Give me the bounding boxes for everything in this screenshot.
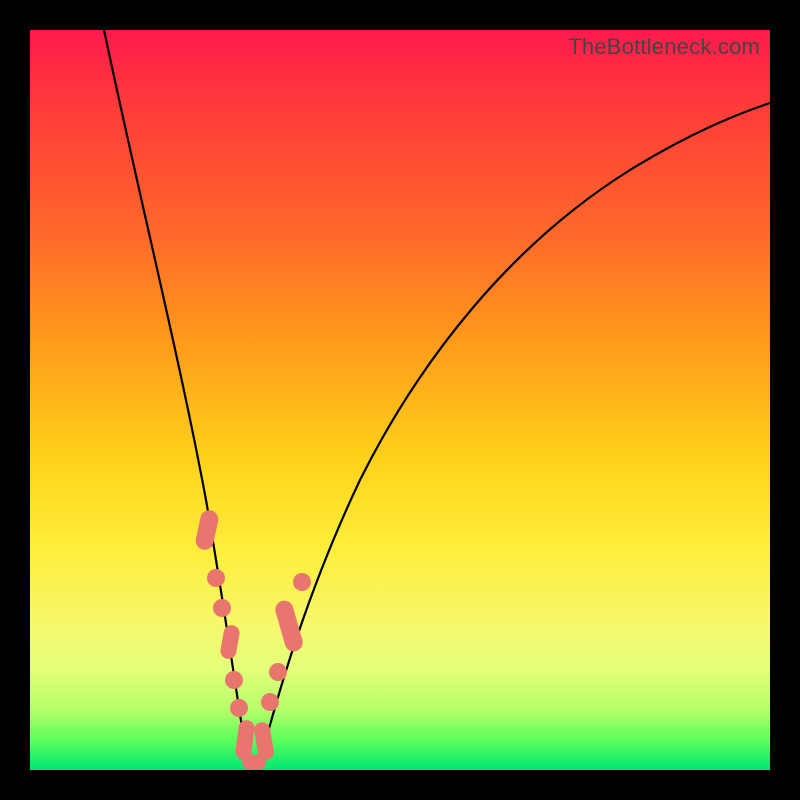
chart-svg — [30, 30, 770, 770]
outer-frame: TheBottleneck.com — [0, 0, 800, 800]
plot-area: TheBottleneck.com — [30, 30, 770, 770]
markers-right — [250, 573, 311, 770]
curve-right-branch — [256, 103, 770, 768]
markers-left — [194, 509, 258, 770]
